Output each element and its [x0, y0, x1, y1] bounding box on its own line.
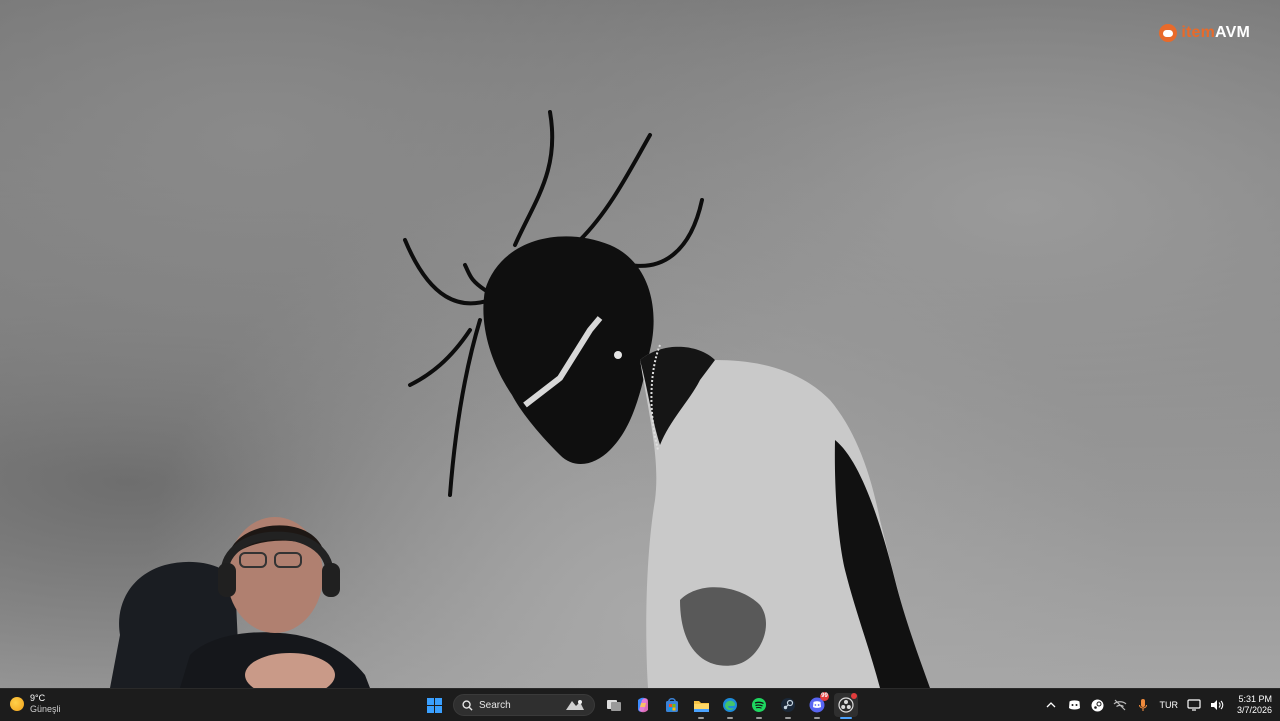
display-icon[interactable] [1187, 698, 1201, 712]
notification-badge: 99 [820, 692, 829, 701]
windows-logo-icon [426, 697, 442, 713]
start-button[interactable] [422, 693, 446, 717]
spotify-button[interactable] [747, 693, 771, 719]
sun-icon [10, 697, 24, 711]
desktop: item AVM [0, 0, 1280, 688]
discord-tray-icon[interactable] [1067, 698, 1081, 712]
spotify-icon [752, 698, 766, 712]
clock-date: 3/7/2026 [1236, 705, 1272, 715]
running-indicator [814, 717, 820, 719]
obs-icon [838, 697, 854, 713]
weather-widget[interactable]: 9°C Güneşli [10, 693, 61, 715]
brand-name-part1: item [1181, 24, 1216, 41]
running-indicator [756, 717, 762, 719]
taskbar-search-box[interactable]: Search [453, 694, 595, 716]
weather-condition: Güneşli [30, 704, 61, 714]
edge-icon [723, 698, 737, 712]
chevron-up-icon[interactable] [1044, 698, 1058, 712]
taskbar-center: Search 99 [422, 691, 858, 719]
running-indicator [698, 717, 704, 719]
brand-logo: item AVM [1159, 24, 1250, 42]
steam-tray-icon[interactable] [1090, 698, 1104, 712]
recording-badge [851, 693, 857, 699]
taskbar: 9°C Güneşli Search 99 TUR 5:31 PM 3/7/20… [0, 688, 1280, 721]
copilot-button[interactable] [631, 693, 655, 717]
search-label: Search [479, 699, 511, 711]
webcam-person-icon [110, 517, 370, 688]
search-icon [462, 699, 473, 711]
edge-button[interactable] [718, 693, 742, 719]
weather-temperature: 9°C [30, 693, 46, 703]
microphone-icon[interactable] [1136, 698, 1150, 712]
network-off-icon[interactable] [1113, 698, 1127, 712]
volume-icon[interactable] [1210, 698, 1224, 712]
system-tray: TUR 5:31 PM 3/7/2026 [1044, 689, 1272, 721]
running-indicator [727, 717, 733, 719]
system-clock[interactable]: 5:31 PM 3/7/2026 [1237, 694, 1272, 716]
steam-button[interactable] [776, 693, 800, 719]
steam-icon [781, 698, 795, 712]
task-view-icon [607, 700, 621, 711]
running-indicator [840, 717, 852, 719]
input-language[interactable]: TUR [1159, 700, 1178, 710]
file-explorer-button[interactable] [689, 693, 713, 719]
discord-button[interactable]: 99 [805, 692, 829, 719]
store-icon [666, 698, 678, 712]
clock-time: 5:31 PM [1238, 694, 1272, 704]
obs-button[interactable] [834, 693, 858, 719]
folder-icon [693, 700, 709, 712]
brand-name-part2: AVM [1215, 24, 1250, 41]
task-view-button[interactable] [602, 693, 626, 717]
copilot-icon [638, 697, 648, 713]
store-button[interactable] [660, 693, 684, 717]
search-highlight-icon [566, 700, 584, 710]
brand-mascot-icon [1159, 24, 1178, 42]
running-indicator [785, 717, 791, 719]
